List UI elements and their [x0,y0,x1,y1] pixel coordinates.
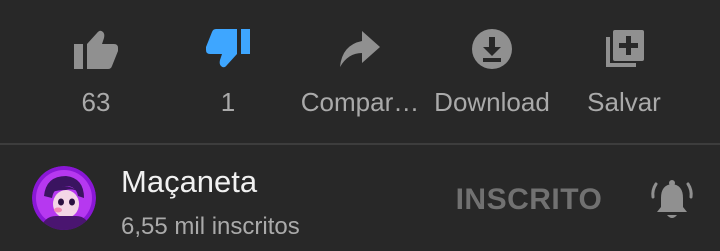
video-actions-bar: 63 1 Compar… Download Salvar [0,0,720,143]
like-count: 63 [81,87,111,117]
download-icon [468,27,516,71]
share-arrow-icon [336,27,384,71]
dislike-count: 1 [220,87,236,117]
channel-name[interactable]: Maçaneta [121,162,257,202]
like-button[interactable]: 63 [48,0,144,143]
download-button[interactable]: Download [426,0,558,143]
channel-avatar[interactable] [32,166,96,230]
thumb-down-icon [204,27,252,71]
download-label: Download [434,87,550,117]
notification-bell-icon [650,178,694,222]
dislike-button[interactable]: 1 [180,0,276,143]
share-button[interactable]: Compar… [298,0,422,143]
save-button[interactable]: Salvar [576,0,672,143]
section-divider [0,143,720,145]
share-label: Compar… [300,87,420,117]
subscribed-button[interactable]: INSCRITO [440,178,618,222]
subscriber-count: 6,55 mil inscritos [121,213,300,240]
notification-bell-button[interactable] [648,176,696,224]
playlist-add-icon [600,27,648,71]
thumb-up-icon [72,27,120,71]
save-label: Salvar [587,87,661,117]
